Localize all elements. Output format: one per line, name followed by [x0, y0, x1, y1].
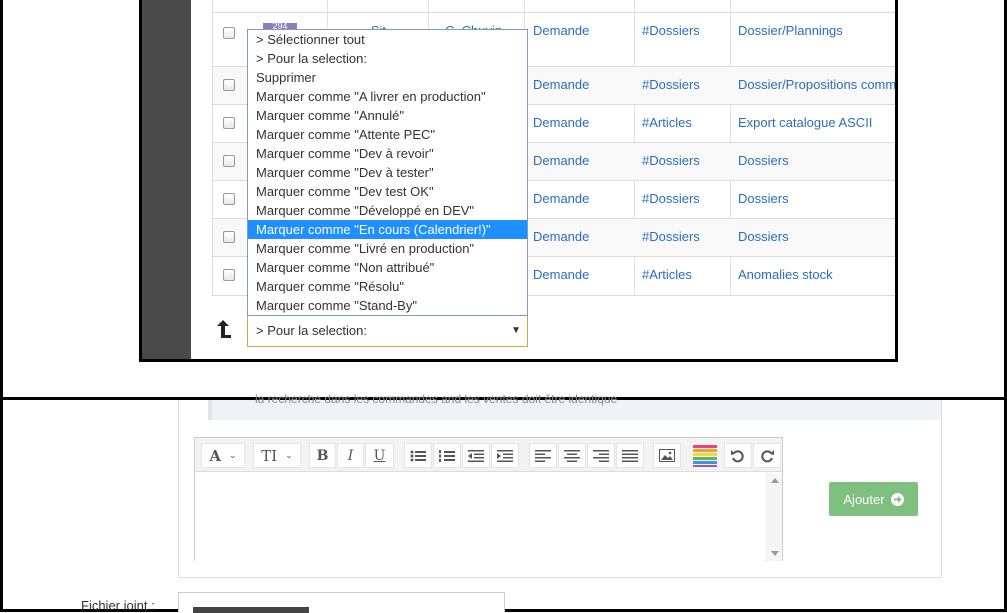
text-size-icon: TI: [261, 446, 278, 465]
align-right-button[interactable]: [587, 443, 615, 468]
option-mark-standby[interactable]: Marquer comme "Stand-By": [248, 296, 527, 315]
frame-border: [0, 398, 3, 612]
row-category[interactable]: #Dossiers: [642, 77, 700, 92]
arrow-right-icon: [890, 492, 904, 506]
image-icon: [659, 449, 675, 462]
align-left-button[interactable]: [529, 443, 557, 468]
row-type[interactable]: Demande: [533, 115, 589, 130]
undo-icon: [731, 449, 744, 462]
outdent-button[interactable]: [462, 443, 490, 468]
editor-textarea[interactable]: [195, 473, 765, 561]
row-type[interactable]: Demande: [533, 77, 589, 92]
row-category[interactable]: #Dossiers: [642, 229, 700, 244]
attachment-label: Fichier joint :: [81, 598, 155, 610]
option-mark-pending-pec[interactable]: Marquer comme "Attente PEC": [248, 125, 527, 144]
row-type[interactable]: Demande: [533, 23, 589, 38]
bulk-action-select[interactable]: > Pour la selection: ▼: [247, 315, 528, 347]
row-category[interactable]: #Articles: [642, 115, 692, 130]
row-type[interactable]: Demande: [533, 229, 589, 244]
row-subject[interactable]: Anomalies stock: [738, 267, 833, 282]
option-mark-dev-test-ok[interactable]: Marquer comme "Dev test OK": [248, 182, 527, 201]
row-category[interactable]: #Dossiers: [642, 153, 700, 168]
option-mark-to-deliver[interactable]: Marquer comme "A livrer en production": [248, 87, 527, 106]
row-checkbox[interactable]: [223, 155, 235, 167]
align-left-icon: [535, 449, 551, 462]
option-for-selection[interactable]: > Pour la selection:: [248, 49, 527, 68]
numbered-list-button[interactable]: [433, 443, 461, 468]
italic-button[interactable]: I: [337, 443, 364, 468]
editor-scrollbar[interactable]: [766, 473, 782, 561]
bullet-list-icon: [410, 450, 426, 461]
row-checkbox[interactable]: [223, 269, 235, 281]
row-category[interactable]: #Dossiers: [642, 23, 700, 38]
previous-comment-text: la recherche dans les commandes and les …: [255, 392, 618, 406]
row-subject[interactable]: Dossier/Propositions comm: [738, 77, 895, 92]
row-subject[interactable]: Dossiers: [738, 191, 789, 206]
row-type[interactable]: Demande: [533, 153, 589, 168]
redo-button[interactable]: [753, 443, 781, 468]
align-right-icon: [593, 449, 609, 462]
bulk-action-options[interactable]: > Sélectionner tout > Pour la selection:…: [247, 29, 528, 316]
font-icon: A: [209, 446, 222, 465]
justify-button[interactable]: [616, 443, 644, 468]
redo-icon: [761, 449, 774, 462]
option-select-all[interactable]: > Sélectionner tout: [248, 30, 527, 49]
task-list-panel: 294 ...Sit... C. Chuvin Demande #Dossier…: [139, 0, 898, 362]
row-type[interactable]: Demande: [533, 267, 589, 282]
row-type[interactable]: Demande: [533, 191, 589, 206]
row-checkbox[interactable]: [223, 27, 235, 39]
row-subject[interactable]: Export catalogue ASCII: [738, 115, 872, 130]
option-mark-developed[interactable]: Marquer comme "Développé en DEV": [248, 201, 527, 220]
chevron-down-icon: ⌄: [285, 450, 293, 460]
font-family-button[interactable]: A ⌄: [201, 443, 245, 468]
indent-button[interactable]: [491, 443, 519, 468]
option-mark-in-progress[interactable]: Marquer comme "En cours (Calendrier!)": [248, 220, 527, 239]
rich-text-editor[interactable]: A ⌄ TI ⌄ B I U: [194, 437, 783, 561]
row-subject[interactable]: Dossier/Plannings: [738, 23, 843, 38]
outdent-icon: [468, 449, 484, 462]
frame-border: [0, 0, 3, 398]
row-checkbox[interactable]: [223, 231, 235, 243]
row-subject[interactable]: Dossiers: [738, 153, 789, 168]
underline-button[interactable]: U: [365, 443, 394, 468]
justify-icon: [622, 449, 638, 462]
insert-image-button[interactable]: [653, 443, 681, 468]
bulk-action-selected-value: > Pour la selection:: [256, 323, 367, 338]
option-mark-cancelled[interactable]: Marquer comme "Annulé": [248, 106, 527, 125]
row-subject[interactable]: Dossiers: [738, 229, 789, 244]
bullet-list-button[interactable]: [404, 443, 432, 468]
scroll-down-icon[interactable]: [771, 551, 779, 556]
chevron-down-icon: ⌄: [229, 450, 237, 460]
color-palette-icon: [693, 444, 717, 467]
option-delete[interactable]: Supprimer: [248, 68, 527, 87]
font-size-button[interactable]: TI ⌄: [253, 443, 301, 468]
side-strip: [142, 0, 191, 359]
option-mark-unassigned[interactable]: Marquer comme "Non attribué": [248, 258, 527, 277]
add-comment-button[interactable]: Ajouter: [829, 482, 918, 516]
option-mark-dev-review[interactable]: Marquer comme "Dev à revoir": [248, 144, 527, 163]
align-center-button[interactable]: [558, 443, 586, 468]
option-mark-dev-test[interactable]: Marquer comme "Dev à tester": [248, 163, 527, 182]
text-color-button[interactable]: [688, 443, 722, 468]
row-checkbox[interactable]: [223, 193, 235, 205]
add-button-label: Ajouter: [843, 491, 885, 507]
option-mark-resolved[interactable]: Marquer comme "Résolu": [248, 277, 527, 296]
arrow-up-left-icon[interactable]: [215, 316, 233, 340]
option-mark-delivered[interactable]: Marquer comme "Livré en production": [248, 239, 527, 258]
file-choose-button[interactable]: [193, 607, 309, 613]
editor-toolbar: A ⌄ TI ⌄ B I U: [195, 438, 782, 472]
indent-icon: [497, 449, 513, 462]
align-center-icon: [564, 449, 580, 462]
row-checkbox[interactable]: [223, 79, 235, 91]
row-checkbox[interactable]: [223, 117, 235, 129]
undo-button[interactable]: [724, 443, 752, 468]
attachment-input[interactable]: [178, 592, 505, 613]
numbered-list-icon: [439, 449, 455, 462]
chevron-down-icon: ▼: [511, 325, 521, 336]
scroll-up-icon[interactable]: [771, 478, 779, 483]
row-category[interactable]: #Articles: [642, 267, 692, 282]
bold-button[interactable]: B: [309, 443, 336, 468]
row-category[interactable]: #Dossiers: [642, 191, 700, 206]
